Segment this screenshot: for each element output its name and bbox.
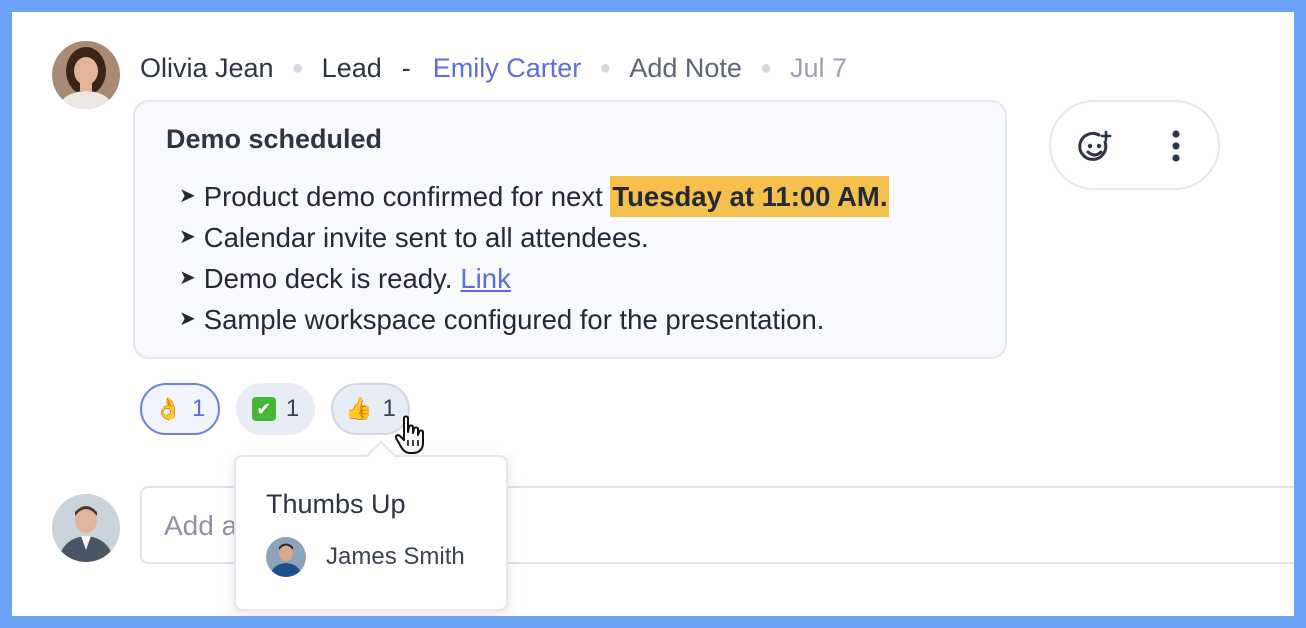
reaction-ok-hand[interactable]: 👌 1 bbox=[140, 383, 220, 435]
note-card: Demo scheduled ➤ Product demo confirmed … bbox=[133, 100, 1007, 359]
more-vertical-icon[interactable] bbox=[1161, 128, 1191, 164]
tooltip-user: James Smith bbox=[266, 537, 465, 577]
separator-dot: ● bbox=[291, 56, 304, 79]
tooltip-title: Thumbs Up bbox=[266, 489, 406, 519]
note-bullet: ➤ Product demo confirmed for next Tuesda… bbox=[179, 176, 890, 217]
current-user-avatar bbox=[52, 494, 120, 562]
reaction-count: 1 bbox=[192, 395, 206, 422]
separator-dot: ● bbox=[759, 56, 773, 79]
hand-pointer-icon bbox=[394, 415, 427, 455]
author-role: Lead bbox=[321, 52, 382, 83]
separator-dash: - bbox=[401, 52, 411, 83]
activity-header: Olivia Jean ● Lead - Emily Carter ● Add … bbox=[140, 50, 847, 86]
tooltip-caret bbox=[365, 440, 397, 472]
reactor-name: James Smith bbox=[326, 543, 465, 570]
bullet-arrow-icon: ➤ bbox=[179, 308, 196, 330]
thumbs-up-icon: 👍 bbox=[345, 396, 373, 421]
bullet-arrow-icon: ➤ bbox=[179, 267, 196, 289]
note-bullet: ➤ Demo deck is ready. Link bbox=[179, 258, 889, 299]
separator-dot: ● bbox=[599, 56, 612, 79]
bullet-text: Product demo confirmed for next bbox=[203, 181, 603, 212]
add-reaction-icon[interactable] bbox=[1077, 130, 1113, 166]
note-title: Demo scheduled bbox=[166, 124, 383, 154]
check-mark-icon: ✔ bbox=[251, 397, 276, 421]
deck-link[interactable]: Link bbox=[460, 258, 510, 299]
bullet-text: Calendar invite sent to all attendees. bbox=[203, 222, 649, 253]
reactor-avatar bbox=[266, 537, 306, 577]
bullet-arrow-icon: ➤ bbox=[179, 226, 196, 248]
bullet-text: Sample workspace configured for the pres… bbox=[203, 304, 825, 335]
mentioned-user[interactable]: Emily Carter bbox=[433, 53, 582, 84]
author-name[interactable]: Olivia Jean bbox=[140, 53, 274, 84]
activity-panel: Olivia Jean ● Lead - Emily Carter ● Add … bbox=[12, 12, 1294, 616]
reaction-count: 1 bbox=[285, 395, 300, 422]
note-bullet: ➤ Calendar invite sent to all attendees. bbox=[179, 217, 889, 258]
note-bullets: ➤ Product demo confirmed for next Tuesda… bbox=[179, 176, 890, 340]
bullet-arrow-icon: ➤ bbox=[179, 185, 196, 207]
highlighted-time: Tuesday at 11:00 AM. bbox=[610, 176, 890, 217]
activity-action: Add Note bbox=[629, 52, 742, 83]
reaction-tooltip: Thumbs Up James Smith bbox=[234, 440, 508, 611]
note-bullet: ➤ Sample workspace configured for the pr… bbox=[179, 299, 889, 340]
author-avatar bbox=[52, 41, 120, 109]
bullet-text: Demo deck is ready. bbox=[203, 263, 453, 294]
ok-hand-icon: 👌 bbox=[154, 396, 183, 421]
note-actions bbox=[1049, 100, 1220, 190]
activity-date: Jul 7 bbox=[790, 52, 848, 83]
reaction-check[interactable]: ✔ 1 bbox=[236, 383, 315, 435]
reaction-count: 1 bbox=[382, 395, 396, 422]
